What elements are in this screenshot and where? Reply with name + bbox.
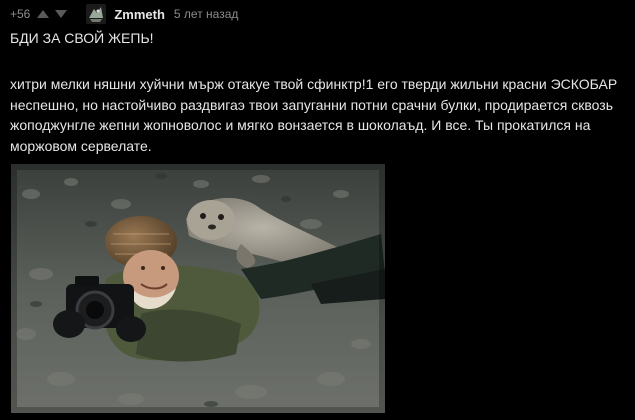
comment-title: БДИ ЗА СВОЙ ЖЕПЬ! xyxy=(10,30,154,46)
photo-image xyxy=(11,164,385,413)
avatar[interactable] xyxy=(86,4,107,24)
comment-rating: +56 xyxy=(10,7,31,21)
downvote-button[interactable] xyxy=(54,8,68,20)
comment-photo[interactable] xyxy=(11,164,385,413)
comment-body: хитри мелки няшни хуйчни мърж отакуе тво… xyxy=(10,76,618,154)
comment: +56 Zmmeth 5 лет назад БДИ ЗА СВОЙ ЖЕПЬ!… xyxy=(0,0,635,420)
author-username[interactable]: Zmmeth xyxy=(114,7,165,22)
triangle-up-icon xyxy=(37,10,50,18)
comment-header: +56 Zmmeth 5 лет назад xyxy=(10,3,238,25)
triangle-down-icon xyxy=(55,10,68,18)
upvote-button[interactable] xyxy=(36,8,50,20)
comment-timestamp[interactable]: 5 лет назад xyxy=(174,7,238,21)
